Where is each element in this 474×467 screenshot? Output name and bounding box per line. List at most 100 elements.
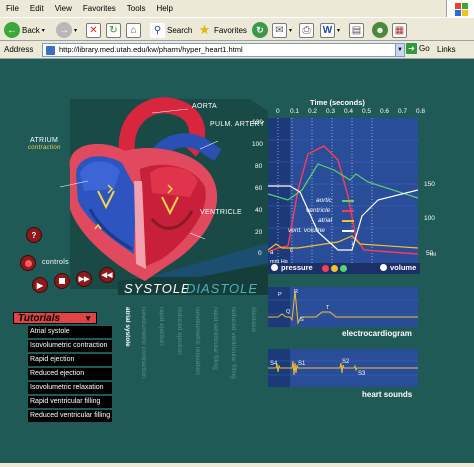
heart-sounds-title: heart sounds (362, 390, 413, 399)
step-forward-button[interactable]: ▶▶ (76, 271, 92, 287)
forward-button[interactable]: → ▾ (56, 21, 77, 39)
links-button[interactable]: Links (437, 45, 456, 54)
time-axis-label: Time (seconds) (310, 98, 365, 107)
tutorial-item[interactable]: Isovolumetric relaxation (28, 382, 112, 394)
tutorial-item[interactable]: Rapid ventricular filling (28, 396, 112, 408)
print-icon: ⎙ (299, 22, 314, 38)
phase-rapid-ejection[interactable]: rapid ejection (158, 307, 165, 346)
home-button[interactable]: ⌂ (126, 21, 141, 39)
discuss-icon: ▤ (349, 22, 364, 38)
search-icon: ⚲ (150, 22, 165, 38)
phase-reduced-ejection[interactable]: reduced ejection (176, 307, 183, 355)
ecg-label-s: S (300, 317, 304, 323)
search-button[interactable]: ⚲ Search (150, 21, 192, 39)
wave-label-v: v (352, 242, 355, 248)
stop-icon: ✕ (86, 22, 101, 38)
tutorial-item[interactable]: Isovolumetric contraction (28, 340, 112, 352)
menu-tools[interactable]: Tools (127, 4, 146, 13)
research-icon: ▦ (392, 22, 407, 38)
messenger-button[interactable]: ☻ (372, 21, 388, 39)
legend-vent-volume: vent. volume (288, 227, 325, 234)
address-label: Address (4, 45, 34, 54)
wave-label-c: c (290, 248, 293, 254)
menu-file[interactable]: File (6, 4, 19, 13)
tutorial-item[interactable]: Atrial systole (28, 326, 112, 338)
favorites-button[interactable]: ★ Favorites (197, 21, 247, 39)
history-button[interactable]: ↻ (252, 21, 268, 39)
phase-isovolumetric-contraction[interactable]: isovolumetric contraction (140, 307, 147, 379)
pressure-volume-toggle-bar: pressure volume (268, 263, 420, 274)
volume-radio[interactable] (380, 264, 387, 271)
label-ventricle: VENTRICLE (200, 209, 242, 216)
research-button[interactable]: ▦ (392, 21, 407, 39)
ecg-label-t: T (326, 305, 330, 311)
aortic-color-dot[interactable] (340, 265, 347, 272)
back-button[interactable]: ← Back ▾ (4, 21, 45, 39)
record-icon (24, 259, 32, 267)
label-atrium: ATRIUM (30, 137, 59, 144)
menu-view[interactable]: View (55, 4, 72, 13)
ecg-label-q: Q (286, 309, 291, 315)
menu-help[interactable]: Help (156, 4, 172, 13)
systole-label: SYSTOLE (124, 281, 191, 296)
go-button[interactable]: ➜ Go (406, 43, 430, 54)
tutorial-item[interactable]: Reduced ventricular filling (28, 410, 112, 422)
tutorial-item[interactable]: Reduced ejection (28, 368, 112, 380)
wave-label-a: a (270, 250, 274, 256)
menu-edit[interactable]: Edit (30, 4, 44, 13)
play-icon: ▶ (36, 280, 44, 290)
phase-isovolumetric-relaxation[interactable]: isovolumetric relaxation (194, 307, 201, 375)
discuss-button[interactable]: ▤ (349, 21, 364, 39)
time-tick-labels: 0 0.1 0.2 0.3 0.4 0.5 0.6 0.7 0.8 (276, 108, 426, 115)
sound-label-s3: S3 (358, 371, 366, 377)
step-back-button[interactable]: ◀◀ (99, 267, 115, 283)
tutorials-dropdown[interactable]: Tutorials ▼ (13, 312, 97, 324)
play-button[interactable]: ▶ (32, 277, 48, 293)
legend-atrial: atrial (318, 217, 333, 224)
step-back-icon: ◀◀ (101, 272, 113, 279)
pressure-radio[interactable] (271, 264, 278, 271)
record-button[interactable] (20, 255, 36, 271)
atrial-color-dot[interactable] (331, 265, 338, 272)
phase-rapid-ventricular-filling[interactable]: rapid ventricular filling (212, 307, 219, 370)
forward-arrow-icon: → (56, 22, 72, 38)
phase-diastasis[interactable]: diastasis (250, 307, 257, 332)
refresh-button[interactable]: ↻ (106, 21, 121, 39)
url-input[interactable]: http://library.med.utah.edu/kw/pharm/hyp… (42, 43, 396, 57)
sound-label-s1: S1 (298, 361, 306, 367)
pressure-axis-ticks: 120 100 80 60 40 20 0 (252, 119, 263, 257)
menu-favorites[interactable]: Favorites (83, 4, 116, 13)
sound-label-s4: S4 (270, 361, 278, 367)
volume-label: volume (390, 263, 417, 272)
mail-button[interactable]: ✉ ▾ (272, 21, 292, 39)
phase-reduced-ventricular-filling[interactable]: reduced ventricular filling (230, 307, 237, 379)
ecg-label-p: P (278, 292, 282, 298)
phase-atrial-systole[interactable]: atrial systole (124, 307, 131, 347)
legend-swatches (342, 200, 354, 232)
tutorials-title: Tutorials (18, 312, 61, 324)
history-icon: ↻ (252, 22, 268, 38)
tutorial-item[interactable]: Rapid ejection (28, 354, 112, 366)
help-button[interactable]: ? (26, 227, 42, 243)
controls-label: controls (42, 259, 69, 266)
address-bar: Address http://library.med.utah.edu/kw/p… (0, 41, 474, 59)
stop-button[interactable]: ✕ (86, 21, 101, 39)
stop-square-icon (59, 278, 65, 284)
stop-playback-button[interactable] (54, 273, 70, 289)
pressure-label: pressure (281, 263, 313, 272)
back-dropdown-icon[interactable]: ▾ (42, 27, 45, 34)
unit-ml: ml (430, 252, 436, 258)
pressure-color-dot[interactable] (322, 265, 329, 272)
volume-axis-ticks: 150 100 50 (424, 181, 435, 257)
sound-label-s2: S2 (342, 359, 350, 365)
mail-icon: ✉ (272, 22, 287, 38)
heart-illustration (59, 97, 222, 281)
ecg-label-r: R (294, 289, 298, 295)
print-button[interactable]: ⎙ (299, 21, 314, 39)
windows-logo-icon (446, 0, 474, 17)
label-aorta: AORTA (192, 103, 217, 110)
edit-button[interactable]: W ▾ (320, 21, 340, 39)
browser-toolbar: ← Back ▾ → ▾ ✕ ↻ ⌂ ⚲ Search ★ Favorites … (0, 17, 474, 41)
forward-dropdown-icon[interactable]: ▾ (74, 27, 77, 34)
address-dropdown-button[interactable]: ▼ (395, 43, 405, 57)
